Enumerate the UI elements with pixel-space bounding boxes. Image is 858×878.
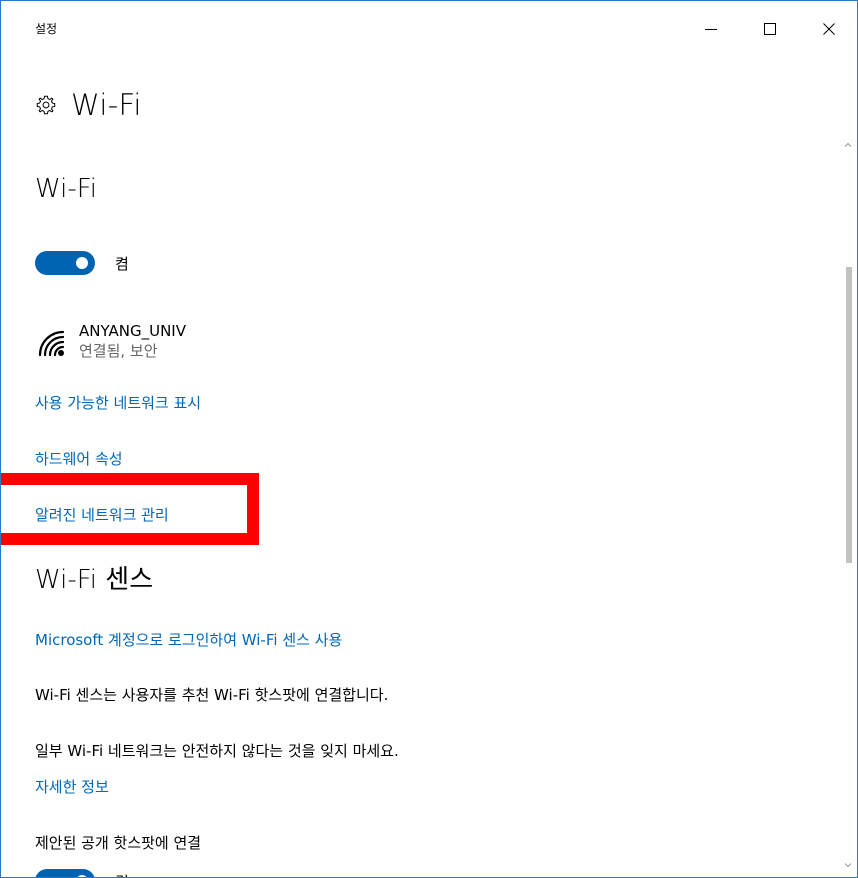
close-icon: [823, 23, 835, 35]
scroll-down-icon[interactable]: [844, 861, 852, 869]
connected-network[interactable]: ANYANG_UNIV 연결됨, 보안: [35, 321, 186, 361]
page-header: Wi-Fi: [35, 85, 142, 125]
network-status: 연결됨, 보안: [79, 341, 186, 361]
show-available-networks-link[interactable]: 사용 가능한 네트워크 표시: [35, 392, 201, 413]
page-title: Wi-Fi: [71, 88, 142, 122]
title-bar: 설정: [1, 1, 857, 57]
minimize-button[interactable]: [689, 13, 733, 45]
window-title: 설정: [35, 20, 57, 37]
wifi-security-warning: 일부 Wi-Fi 네트워크는 안전하지 않다는 것을 잊지 마세요.: [35, 740, 399, 761]
wifi-toggle[interactable]: [35, 251, 95, 275]
gear-icon: [35, 94, 57, 116]
hardware-properties-link[interactable]: 하드웨어 속성: [35, 448, 123, 469]
wifi-section-title: Wi-Fi: [35, 174, 97, 204]
network-name: ANYANG_UNIV: [79, 321, 186, 341]
minimize-icon: [705, 23, 717, 35]
wifi-toggle-row: 켬: [35, 251, 129, 275]
highlight-box: [1, 473, 259, 545]
scroll-up-icon[interactable]: [844, 141, 852, 149]
close-button[interactable]: [807, 13, 851, 45]
wifi-toggle-label: 켬: [115, 253, 129, 274]
toggle-knob: [76, 257, 88, 269]
wifi-sense-title: Wi-Fi 센스: [35, 559, 153, 596]
settings-window: 설정 Wi-Fi Wi-Fi 켬: [0, 0, 858, 878]
wifi-signal-icon: [35, 327, 67, 359]
microsoft-signin-link[interactable]: Microsoft 계정으로 로그인하여 Wi-Fi 센스 사용: [35, 629, 342, 650]
suggested-hotspot-label: 제안된 공개 핫스팟에 연결: [35, 832, 201, 853]
vertical-scrollbar[interactable]: [839, 131, 857, 877]
maximize-button[interactable]: [748, 13, 792, 45]
wifi-sense-description: Wi-Fi 센스는 사용자를 추천 Wi-Fi 핫스팟에 연결합니다.: [35, 684, 388, 705]
scroll-thumb[interactable]: [846, 267, 852, 563]
more-info-link[interactable]: 자세한 정보: [35, 776, 109, 797]
maximize-icon: [764, 23, 776, 35]
network-info: ANYANG_UNIV 연결됨, 보안: [79, 321, 186, 361]
